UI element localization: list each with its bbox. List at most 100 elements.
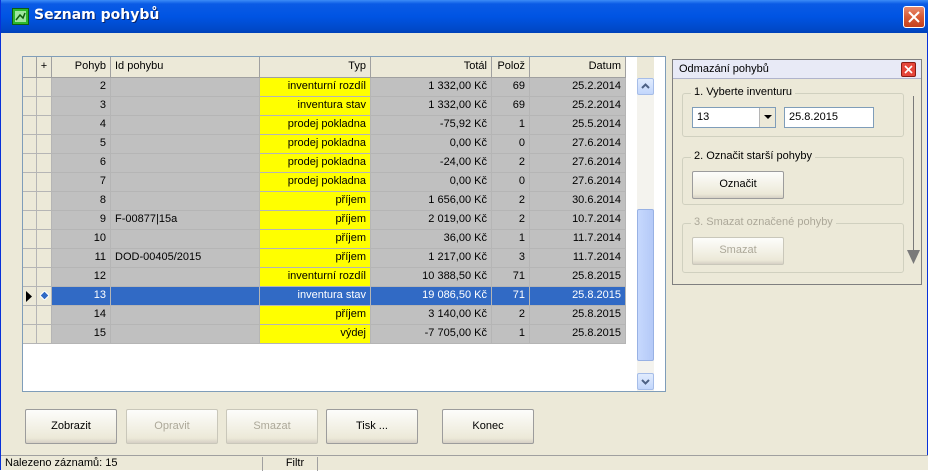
cell-total[interactable]: 10 388,50 Kč [371, 268, 492, 287]
table-row[interactable]: 6 prodej pokladna -24,00 Kč 2 27.6.2014 [23, 154, 636, 173]
table-row[interactable]: 8 příjem 1 656,00 Kč 2 30.6.2014 [23, 192, 636, 211]
cell-pohyb[interactable]: 12 [52, 268, 111, 287]
cell-poloz[interactable]: 71 [492, 268, 530, 287]
cell-poloz[interactable]: 71 [492, 287, 530, 306]
header-poloz[interactable]: Polož [492, 57, 530, 78]
konec-button[interactable]: Konec [442, 409, 534, 444]
cell-typ[interactable]: prodej pokladna [260, 135, 371, 154]
tisk-button[interactable]: Tisk ... [326, 409, 418, 444]
cell-pohyb[interactable]: 2 [52, 78, 111, 97]
cell-total[interactable]: 1 332,00 Kč [371, 78, 492, 97]
vertical-scrollbar[interactable] [637, 78, 654, 391]
cell-total[interactable]: 1 332,00 Kč [371, 97, 492, 116]
cell-total[interactable]: -7 705,00 Kč [371, 325, 492, 344]
scroll-thumb[interactable] [637, 209, 654, 361]
cell-datum[interactable]: 30.6.2014 [530, 192, 626, 211]
header-expand[interactable]: + [37, 57, 52, 78]
cell-pohyb[interactable]: 13 [52, 287, 111, 306]
cell-pohyb[interactable]: 10 [52, 230, 111, 249]
header-pohyb[interactable]: Pohyb [52, 57, 111, 78]
cell-datum[interactable]: 27.6.2014 [530, 154, 626, 173]
panel-close-button[interactable] [901, 62, 916, 77]
cell-poloz[interactable]: 69 [492, 97, 530, 116]
cell-datum[interactable]: 27.6.2014 [530, 173, 626, 192]
cell-datum[interactable]: 25.2.2014 [530, 97, 626, 116]
cell-typ[interactable]: výdej [260, 325, 371, 344]
title-bar[interactable]: Seznam pohybů [1, 0, 928, 33]
cell-pohyb[interactable]: 7 [52, 173, 111, 192]
cell-id-pohybu[interactable]: F-00877|15a [111, 211, 260, 230]
cell-id-pohybu[interactable] [111, 97, 260, 116]
cell-total[interactable]: 1 656,00 Kč [371, 192, 492, 211]
cell-datum[interactable]: 25.8.2015 [530, 268, 626, 287]
cell-total[interactable]: 19 086,50 Kč [371, 287, 492, 306]
cell-poloz[interactable]: 3 [492, 249, 530, 268]
cell-pohyb[interactable]: 15 [52, 325, 111, 344]
cell-datum[interactable]: 25.8.2015 [530, 325, 626, 344]
table-row[interactable]: 9 F-00877|15a příjem 2 019,00 Kč 2 10.7.2014 [23, 211, 636, 230]
scroll-up-button[interactable] [637, 78, 654, 95]
cell-pohyb[interactable]: 9 [52, 211, 111, 230]
cell-total[interactable]: 0,00 Kč [371, 173, 492, 192]
cell-datum[interactable]: 10.7.2014 [530, 211, 626, 230]
cell-typ[interactable]: prodej pokladna [260, 116, 371, 135]
cell-total[interactable]: -24,00 Kč [371, 154, 492, 173]
cell-id-pohybu[interactable] [111, 325, 260, 344]
cell-typ[interactable]: prodej pokladna [260, 173, 371, 192]
cell-total[interactable]: 3 140,00 Kč [371, 306, 492, 325]
header-typ[interactable]: Typ [260, 57, 371, 78]
cell-typ[interactable]: příjem [260, 192, 371, 211]
cell-datum[interactable]: 25.8.2015 [530, 287, 626, 306]
smazat-button[interactable]: Smazat [226, 409, 318, 444]
cell-pohyb[interactable]: 14 [52, 306, 111, 325]
cell-poloz[interactable]: 2 [492, 211, 530, 230]
cell-id-pohybu[interactable] [111, 268, 260, 287]
cell-pohyb[interactable]: 3 [52, 97, 111, 116]
inventura-date-field[interactable]: 25.8.2015 [784, 107, 874, 128]
cell-datum[interactable]: 25.8.2015 [530, 306, 626, 325]
table-row[interactable]: 3 inventura stav 1 332,00 Kč 69 25.2.2014 [23, 97, 636, 116]
cell-pohyb[interactable]: 11 [52, 249, 111, 268]
cell-poloz[interactable]: 2 [492, 154, 530, 173]
cell-datum[interactable]: 25.5.2014 [530, 116, 626, 135]
zobrazit-button[interactable]: Zobrazit [25, 409, 117, 444]
cell-id-pohybu[interactable] [111, 230, 260, 249]
cell-id-pohybu[interactable] [111, 287, 260, 306]
table-row[interactable]: 10 příjem 36,00 Kč 1 11.7.2014 [23, 230, 636, 249]
cell-total[interactable]: 1 217,00 Kč [371, 249, 492, 268]
cell-id-pohybu[interactable] [111, 154, 260, 173]
cell-typ[interactable]: prodej pokladna [260, 154, 371, 173]
panel-smazat-button[interactable]: Smazat [692, 237, 784, 265]
combo-dropdown-button[interactable] [759, 108, 775, 127]
inventura-select[interactable]: 13 [692, 107, 776, 128]
cell-datum[interactable]: 11.7.2014 [530, 230, 626, 249]
header-datum[interactable]: Datum [530, 57, 626, 78]
cell-id-pohybu[interactable] [111, 306, 260, 325]
cell-id-pohybu[interactable]: DOD-00405/2015 [111, 249, 260, 268]
cell-datum[interactable]: 25.2.2014 [530, 78, 626, 97]
cell-pohyb[interactable]: 6 [52, 154, 111, 173]
cell-id-pohybu[interactable] [111, 78, 260, 97]
cell-typ[interactable]: příjem [260, 230, 371, 249]
table-row[interactable]: 13 inventura stav 19 086,50 Kč 71 25.8.2015 [23, 287, 636, 306]
table-row[interactable]: 5 prodej pokladna 0,00 Kč 0 27.6.2014 [23, 135, 636, 154]
cell-id-pohybu[interactable] [111, 116, 260, 135]
table-row[interactable]: 15 výdej -7 705,00 Kč 1 25.8.2015 [23, 325, 636, 344]
cell-typ[interactable]: příjem [260, 249, 371, 268]
cell-total[interactable]: -75,92 Kč [371, 116, 492, 135]
cell-typ[interactable]: příjem [260, 211, 371, 230]
table-row[interactable]: 11 DOD-00405/2015 příjem 1 217,00 Kč 3 11.7.2… [23, 249, 636, 268]
cell-pohyb[interactable]: 4 [52, 116, 111, 135]
table-row[interactable]: 2 inventurní rozdíl 1 332,00 Kč 69 25.2.2014 [23, 78, 636, 97]
header-total[interactable]: Totál [371, 57, 492, 78]
cell-total[interactable]: 2 019,00 Kč [371, 211, 492, 230]
cell-typ[interactable]: inventura stav [260, 97, 371, 116]
cell-poloz[interactable]: 1 [492, 325, 530, 344]
cell-typ[interactable]: inventura stav [260, 287, 371, 306]
cell-datum[interactable]: 11.7.2014 [530, 249, 626, 268]
cell-total[interactable]: 36,00 Kč [371, 230, 492, 249]
table-row[interactable]: 7 prodej pokladna 0,00 Kč 0 27.6.2014 [23, 173, 636, 192]
cell-poloz[interactable]: 0 [492, 135, 530, 154]
cell-poloz[interactable]: 2 [492, 306, 530, 325]
table-row[interactable]: 14 příjem 3 140,00 Kč 2 25.8.2015 [23, 306, 636, 325]
